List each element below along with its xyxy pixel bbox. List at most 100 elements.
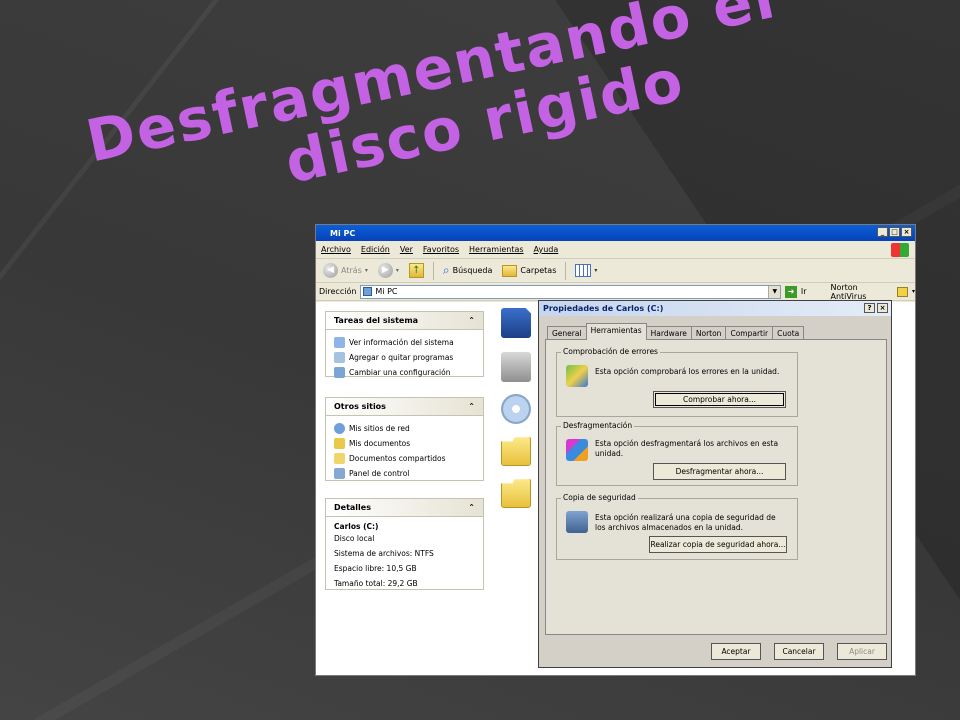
properties-dialog: Propiedades de Carlos (C:) ? × General H… (538, 300, 892, 668)
dialog-title-bar[interactable]: Propiedades de Carlos (C:) ? × (539, 301, 891, 316)
shared-folder-icon (334, 453, 345, 464)
tab-compartir[interactable]: Compartir (725, 326, 774, 340)
window-controls: _ □ × (877, 227, 912, 237)
dialog-controls: ? × (864, 303, 888, 313)
system-tasks-title: Tareas del sistema (334, 316, 419, 325)
place-label: Documentos compartidos (349, 454, 446, 463)
folder-up-icon: ↑ (408, 263, 424, 278)
back-arrow-icon: ◀ (323, 263, 338, 278)
folders-button[interactable]: Carpetas (499, 261, 559, 281)
backup-group: Copia de seguridad Esta opción realizará… (556, 493, 798, 560)
check-now-button[interactable]: Comprobar ahora... (653, 391, 786, 408)
details-panel: Detalles ⌃ Carlos (C:) Disco local Siste… (325, 498, 484, 590)
floppy-drive-icon[interactable] (501, 308, 531, 338)
place-item[interactable]: Mis documentos (334, 436, 475, 451)
defragment-now-button[interactable]: Desfragmentar ahora... (653, 463, 786, 480)
system-tasks-header[interactable]: Tareas del sistema ⌃ (326, 312, 483, 330)
task-item[interactable]: Ver información del sistema (334, 335, 475, 350)
back-button[interactable]: ◀ Atrás ▾ (320, 261, 371, 281)
tab-strip: General Herramientas Hardware Norton Com… (547, 323, 805, 340)
tab-norton[interactable]: Norton (690, 326, 727, 340)
toolbar-separator (565, 261, 567, 280)
tools-tab-panel: Comprobación de errores Esta opción comp… (545, 339, 887, 635)
backup-now-button[interactable]: Realizar copia de seguridad ahora... (649, 536, 787, 553)
chevron-down-icon: ▾ (395, 267, 399, 274)
task-item[interactable]: Agregar o quitar programas (334, 350, 475, 365)
error-check-group: Comprobación de errores Esta opción comp… (556, 347, 798, 417)
other-places-header[interactable]: Otros sitios ⌃ (326, 398, 483, 416)
tab-cuota[interactable]: Cuota (772, 326, 805, 340)
folder-icon (502, 264, 518, 277)
filesystem: Sistema de archivos: NTFS (334, 549, 434, 558)
check-disk-icon (566, 365, 588, 387)
settings-icon (334, 367, 345, 378)
menu-favoritos[interactable]: Favoritos (423, 245, 459, 254)
address-value: Mi PC (375, 287, 398, 296)
chevron-down-icon[interactable]: ▾ (912, 288, 915, 295)
close-button[interactable]: × (901, 227, 912, 237)
dialog-title: Propiedades de Carlos (C:) (543, 304, 664, 313)
tab-general[interactable]: General (547, 326, 587, 340)
address-input[interactable]: Mi PC ▼ (360, 284, 782, 299)
documents-icon (334, 438, 345, 449)
search-icon: ⌕ (442, 263, 450, 277)
apply-button[interactable]: Aplicar (837, 643, 887, 660)
maximize-button[interactable]: □ (889, 227, 900, 237)
go-arrow-icon[interactable]: ➜ (785, 285, 797, 298)
antivirus-icon[interactable] (897, 286, 908, 297)
search-button[interactable]: ⌕ Búsqueda (440, 261, 496, 281)
chevron-down-icon: ▾ (364, 267, 368, 274)
add-remove-icon (334, 352, 345, 363)
menu-edicion[interactable]: Edición (361, 245, 390, 254)
windows-logo-icon (891, 243, 909, 257)
minimize-button[interactable]: _ (877, 227, 888, 237)
tab-hardware[interactable]: Hardware (645, 326, 692, 340)
place-label: Mis documentos (349, 439, 411, 448)
error-check-text: Esta opción comprobará los errores en la… (595, 367, 780, 376)
place-item[interactable]: Documentos compartidos (334, 451, 475, 466)
address-dropdown-button[interactable]: ▼ (768, 285, 781, 298)
menu-ver[interactable]: Ver (400, 245, 413, 254)
back-label: Atrás (341, 266, 362, 275)
window-title-bar[interactable]: Mi PC (316, 225, 915, 241)
place-item[interactable]: Mis sitios de red (334, 421, 475, 436)
defrag-icon (566, 439, 588, 461)
place-label: Mis sitios de red (349, 424, 410, 433)
menu-bar: Archivo Edición Ver Favoritos Herramient… (316, 241, 915, 259)
chevron-down-icon: ▾ (594, 267, 598, 274)
backup-title: Copia de seguridad (561, 493, 638, 502)
drive-type: Disco local (334, 534, 375, 543)
folder-icon[interactable] (501, 437, 531, 466)
go-button[interactable]: Ir (801, 287, 807, 296)
ok-button[interactable]: Aceptar (711, 643, 761, 660)
toolbar: ◀ Atrás ▾ ▶ ▾ ↑ ⌕ Búsqueda Carpetas ▾ (316, 259, 915, 283)
other-places-panel: Otros sitios ⌃ Mis sitios de red Mis doc… (325, 397, 484, 481)
forward-button[interactable]: ▶ ▾ (375, 261, 402, 281)
hard-drive-icon[interactable] (501, 352, 531, 382)
menu-ayuda[interactable]: Ayuda (534, 245, 559, 254)
drive-name: Carlos (C:) (334, 522, 379, 531)
defrag-group: Desfragmentación Esta opción desfragment… (556, 421, 798, 486)
network-icon (334, 423, 345, 434)
dialog-close-button[interactable]: × (877, 303, 888, 313)
cd-drive-icon[interactable] (501, 394, 531, 424)
window-title: Mi PC (330, 228, 356, 238)
collapse-icon[interactable]: ⌃ (468, 503, 475, 512)
menu-herramientas[interactable]: Herramientas (469, 245, 524, 254)
collapse-icon[interactable]: ⌃ (468, 402, 475, 411)
collapse-icon[interactable]: ⌃ (468, 316, 475, 325)
help-button[interactable]: ? (864, 303, 875, 313)
task-label: Ver información del sistema (349, 338, 454, 347)
total-size: Tamaño total: 29,2 GB (334, 579, 418, 588)
task-item[interactable]: Cambiar una configuración (334, 365, 475, 380)
views-button[interactable]: ▾ (572, 261, 600, 281)
place-item[interactable]: Panel de control (334, 466, 475, 481)
cancel-button[interactable]: Cancelar (774, 643, 824, 660)
antivirus-label[interactable]: Norton AntiVirus (830, 283, 893, 301)
system-tasks-panel: Tareas del sistema ⌃ Ver información del… (325, 311, 484, 380)
up-button[interactable]: ↑ (406, 261, 427, 281)
folder-icon[interactable] (501, 479, 531, 508)
menu-archivo[interactable]: Archivo (321, 245, 351, 254)
details-header[interactable]: Detalles ⌃ (326, 499, 483, 517)
tab-herramientas[interactable]: Herramientas (585, 323, 647, 340)
